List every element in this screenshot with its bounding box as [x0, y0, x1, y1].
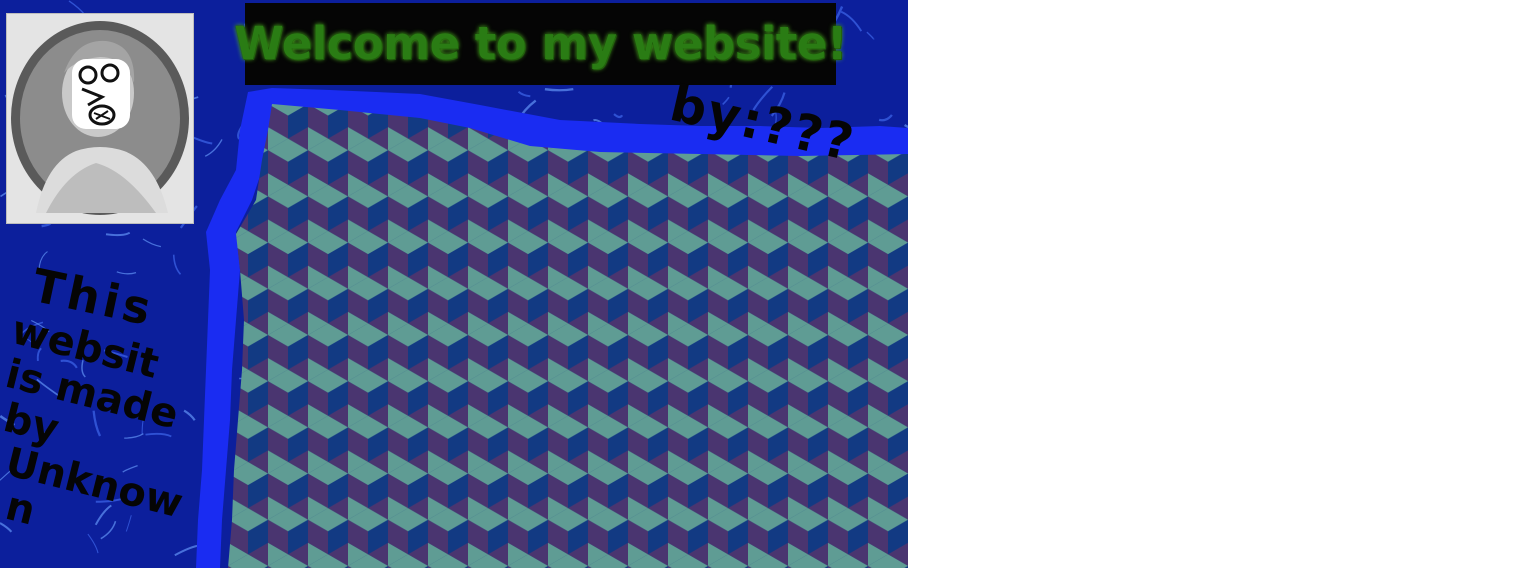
ripple-stroke [544, 87, 574, 92]
isometric-cube-panel [228, 104, 908, 568]
portrait-frame [6, 13, 194, 224]
web-page: Welcome to my website! by:??? This websi… [0, 0, 908, 568]
page-title: Welcome to my website! [234, 16, 847, 70]
welcome-banner: Welcome to my website! [234, 3, 847, 85]
defaced-bust-portrait-icon [11, 21, 189, 215]
handwritten-note: This websit is made by Unknow n [0, 258, 238, 534]
